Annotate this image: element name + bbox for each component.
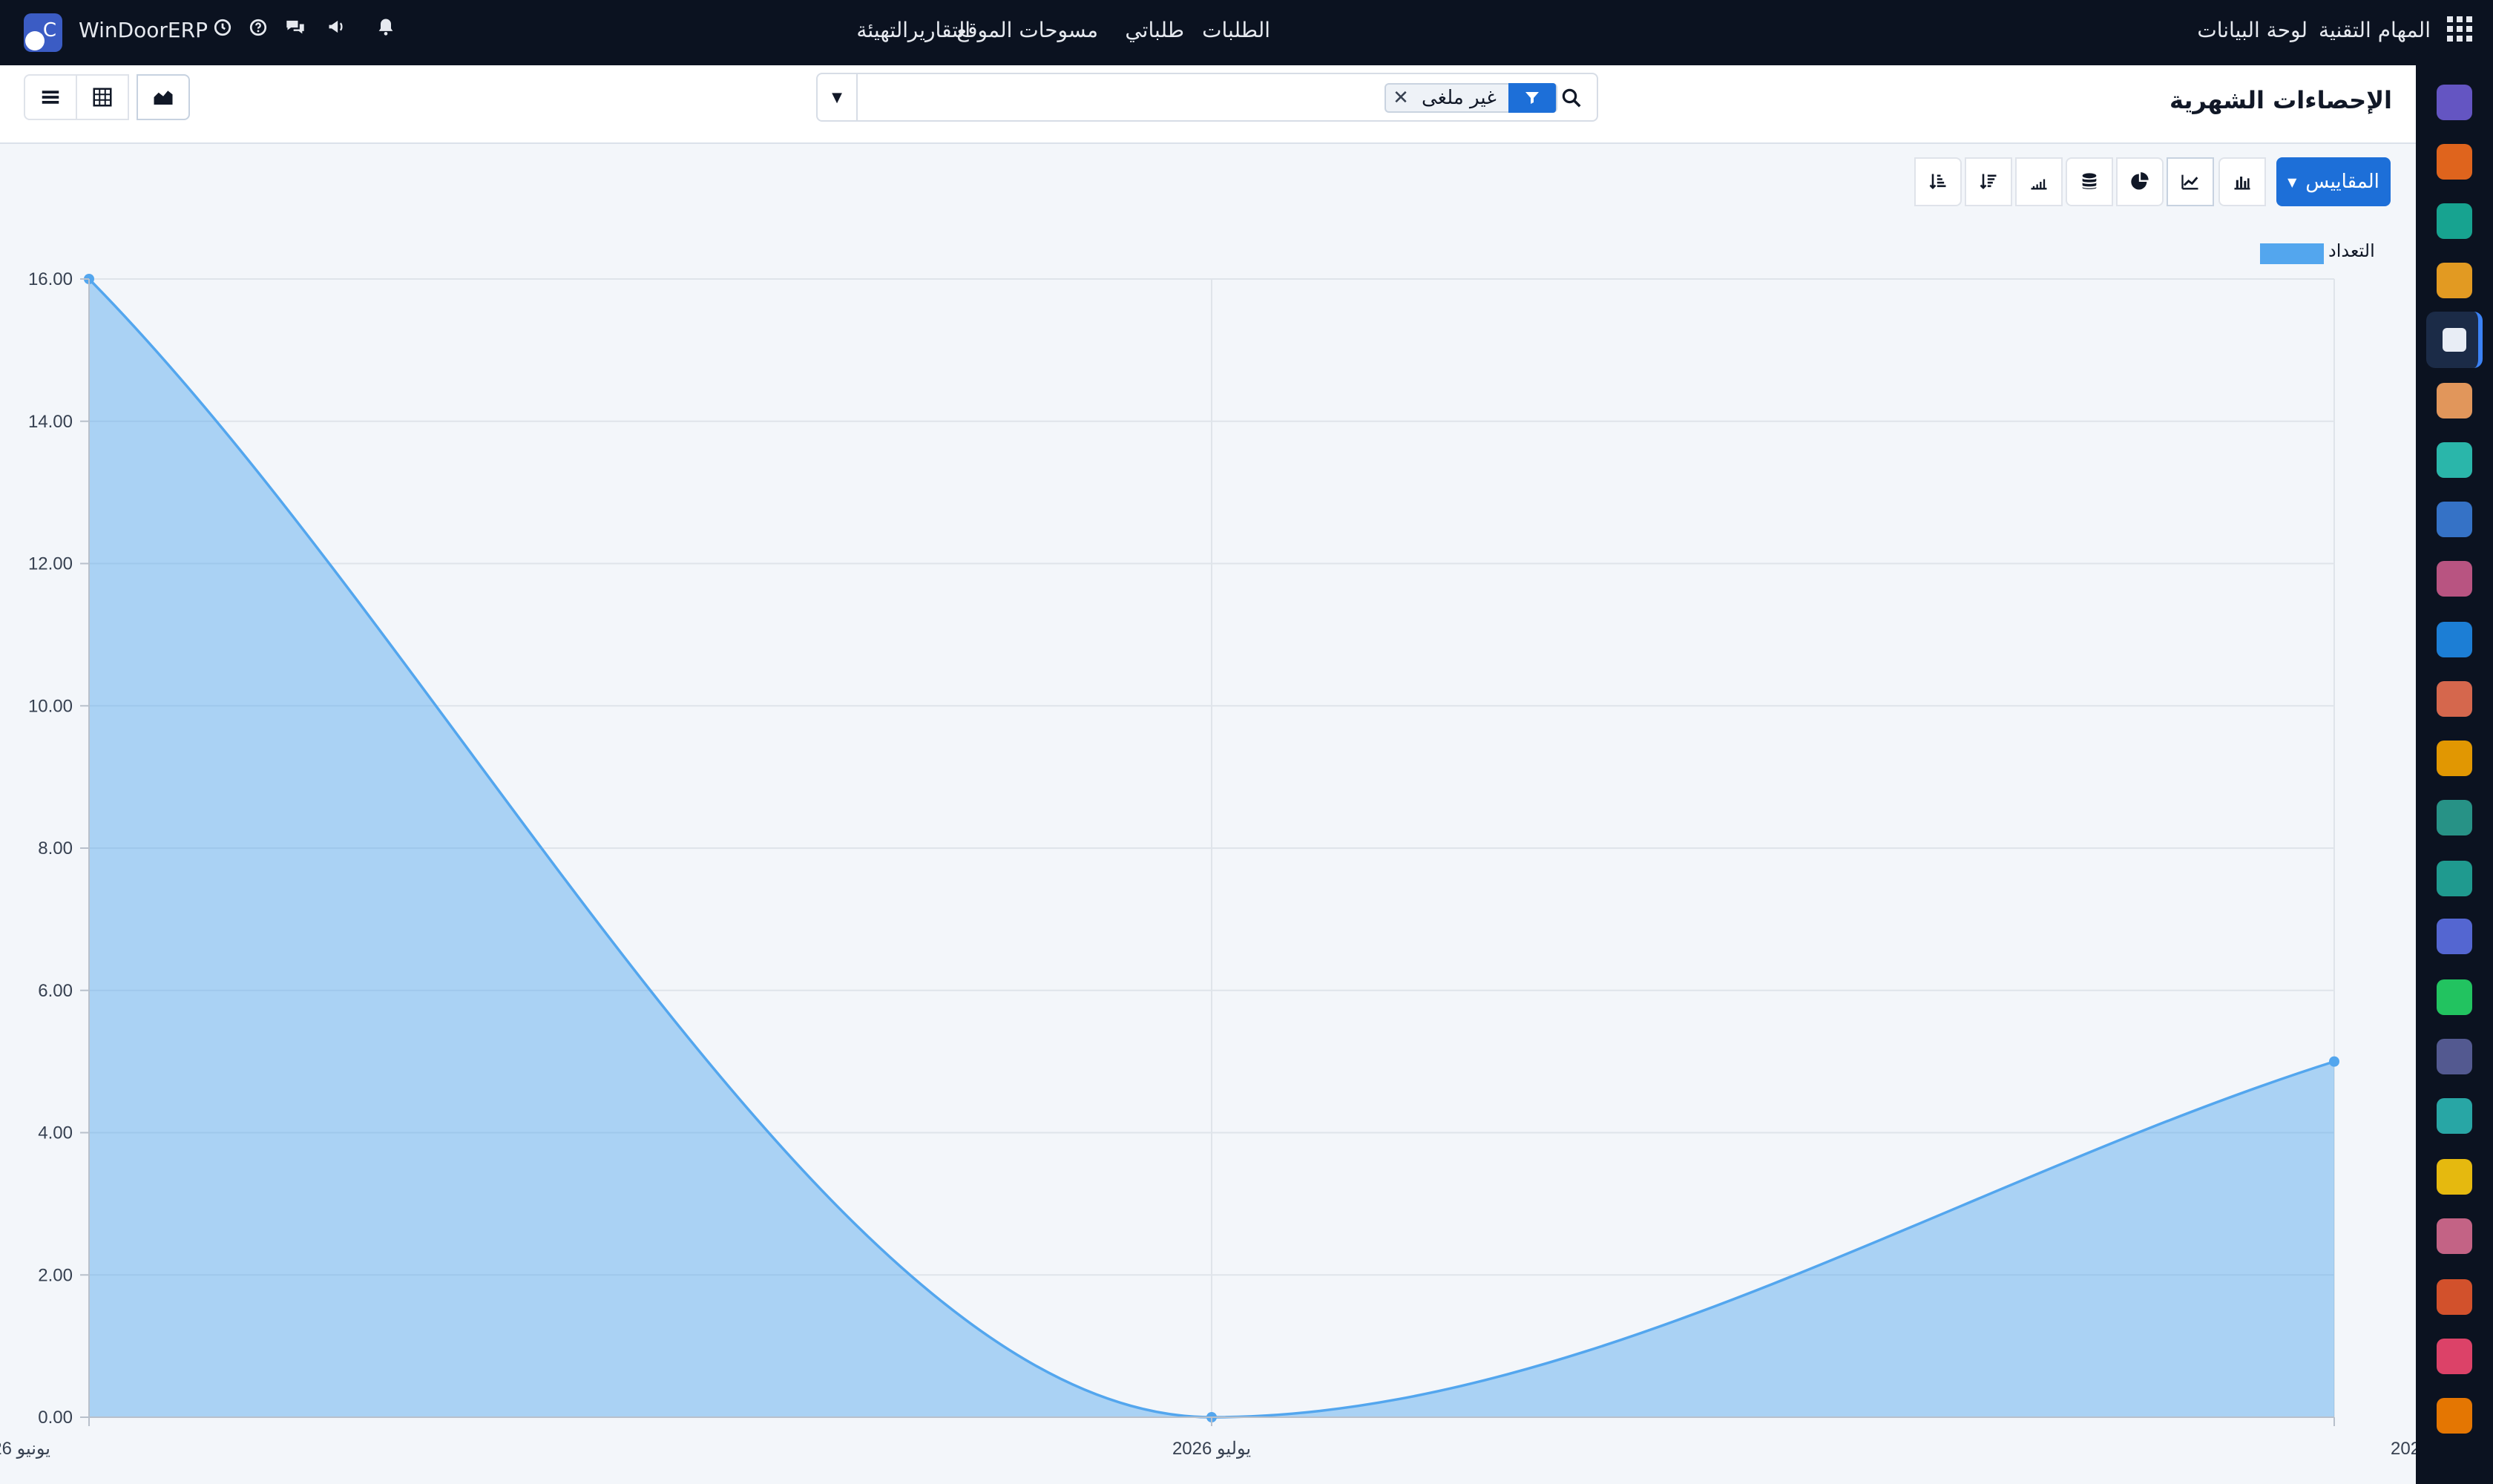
app-grid-icon[interactable] <box>2437 919 2472 954</box>
discuss-icon[interactable] <box>282 16 309 46</box>
y-tick-label: 2.00 <box>38 1265 73 1285</box>
pivot-view-button[interactable] <box>76 74 129 120</box>
app-m-icon[interactable] <box>2437 85 2472 120</box>
sort-descending-button[interactable] <box>1965 157 2012 206</box>
top-navbar: C WinDoorERP التهيئة التقارير مسوحات الم… <box>0 0 2493 65</box>
app-hex-icon[interactable] <box>2437 1279 2472 1315</box>
menu-orders[interactable]: الطلبات <box>1202 18 1270 42</box>
page-title: الإحصاءات الشهرية <box>2169 86 2392 114</box>
search-options-toggle[interactable]: ▼ <box>818 74 858 120</box>
measures-dropdown[interactable]: المقاييس ▼ <box>2276 157 2391 206</box>
app-wave-icon[interactable] <box>2437 1098 2472 1134</box>
app-calendar-icon[interactable] <box>2437 741 2472 776</box>
y-tick-label: 10.00 <box>28 696 73 716</box>
remove-facet-icon[interactable]: ✕ <box>1386 87 1416 109</box>
bar-chart-button[interactable] <box>2218 157 2266 206</box>
apps-grid-icon[interactable] <box>2447 16 2472 42</box>
menu-site-surveys[interactable]: مسوحات الموقع <box>956 18 1098 42</box>
control-panel: ▼ ✕ غير ملغى الإحصاءات الشهرية <box>0 65 2416 144</box>
search-icon[interactable] <box>1558 85 1585 111</box>
app-pen-icon[interactable] <box>2437 800 2472 835</box>
menu-technical-tasks[interactable]: المهام التقنية <box>2319 18 2431 42</box>
app-tick-icon[interactable] <box>2437 442 2472 478</box>
app-check-green-icon[interactable] <box>2437 203 2472 239</box>
app-pie-icon[interactable] <box>2437 1339 2472 1374</box>
bell-icon[interactable] <box>372 16 399 46</box>
menu-my-orders[interactable]: طلباتي <box>1125 18 1184 42</box>
app-cube-icon[interactable] <box>2443 328 2466 352</box>
y-tick-label: 16.00 <box>28 269 73 289</box>
measures-label: المقاييس <box>2305 171 2379 193</box>
company-logo[interactable]: C <box>24 13 62 52</box>
app-stripe-icon[interactable] <box>2437 1218 2472 1254</box>
y-tick-label: 14.00 <box>28 412 73 432</box>
caret-down-icon: ▼ <box>2287 174 2297 189</box>
app-people-icon[interactable] <box>2437 681 2472 717</box>
cumulative-button[interactable] <box>2015 157 2063 206</box>
app-photo-icon[interactable] <box>2437 383 2472 418</box>
line-chart-button[interactable] <box>2167 157 2214 206</box>
list-view-button[interactable] <box>24 74 77 120</box>
y-tick-label: 12.00 <box>28 554 73 574</box>
pie-chart-button[interactable] <box>2116 157 2164 206</box>
app-whatsapp-icon[interactable] <box>2437 979 2472 1015</box>
announcement-icon[interactable] <box>323 16 350 46</box>
app-compass-icon[interactable] <box>2437 1039 2472 1074</box>
app-rail <box>2416 65 2493 1484</box>
y-tick-label: 6.00 <box>38 981 73 1001</box>
clock-icon[interactable] <box>209 16 236 46</box>
help-icon[interactable] <box>245 16 272 46</box>
y-tick-label: 0.00 <box>38 1408 73 1428</box>
x-tick-label: أغسطس 2026 <box>2391 1436 2416 1459</box>
filter-facet: ✕ غير ملغى <box>1385 83 1557 113</box>
search-bar: ▼ ✕ غير ملغى <box>816 73 1598 122</box>
y-tick-label: 8.00 <box>38 838 73 858</box>
app-contact-icon[interactable] <box>2437 861 2472 896</box>
sort-ascending-button[interactable] <box>1914 157 1962 206</box>
x-tick-label: يونيو 2026 <box>0 1439 50 1459</box>
search-input[interactable] <box>966 83 1456 111</box>
y-tick-label: 4.00 <box>38 1123 73 1143</box>
menu-dashboard[interactable]: لوحة البيانات <box>2197 18 2308 42</box>
facet-label: غير ملغى <box>1422 87 1497 109</box>
filter-icon <box>1508 83 1556 113</box>
app-ring-icon[interactable] <box>2437 1398 2472 1434</box>
area-chart: 0.00 2.00 4.00 6.00 8.00 10.00 12.00 14.00 16.00… <box>0 269 2416 1459</box>
company-name[interactable]: WinDoorERP <box>79 18 208 42</box>
app-plane-icon[interactable] <box>2437 1159 2472 1195</box>
app-dollar-icon[interactable] <box>2437 622 2472 657</box>
app-book-icon[interactable] <box>2437 502 2472 537</box>
graph-view-button[interactable] <box>137 74 190 120</box>
stacked-button[interactable] <box>2066 157 2113 206</box>
app-chart-icon[interactable] <box>2437 263 2472 298</box>
app-chat-icon[interactable] <box>2437 144 2472 180</box>
app-box-icon[interactable] <box>2437 561 2472 597</box>
menu-setup[interactable]: التهيئة <box>856 18 908 42</box>
x-tick-label: يوليو 2026 <box>1172 1439 1251 1459</box>
data-point[interactable] <box>2329 1056 2339 1067</box>
